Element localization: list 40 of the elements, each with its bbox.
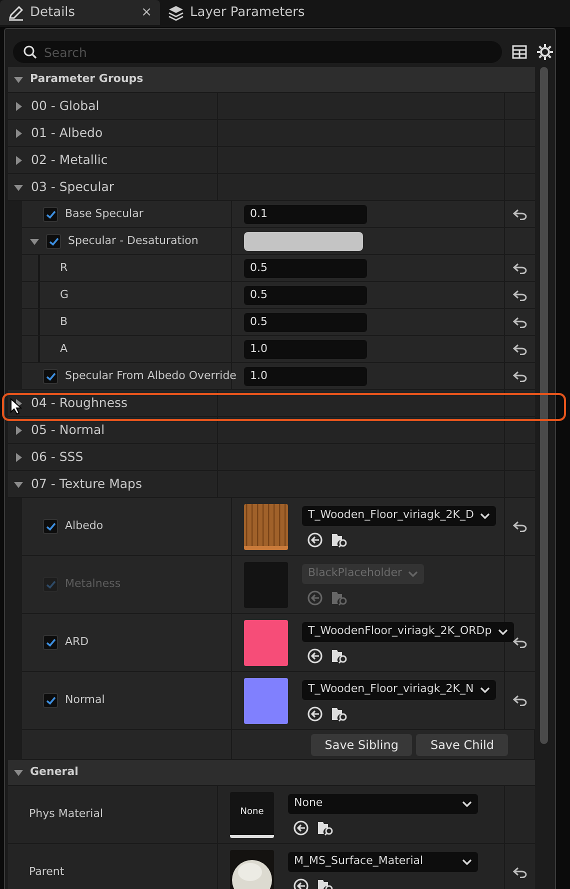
close-icon[interactable]: × bbox=[141, 2, 152, 22]
group-label[interactable]: 03 - Specular bbox=[31, 178, 114, 196]
parameter-label: ARD bbox=[65, 634, 89, 650]
tab[interactable]: Layer Parameters bbox=[160, 0, 313, 25]
save-button[interactable]: Save Child bbox=[416, 734, 508, 756]
tab[interactable]: Details × bbox=[0, 0, 160, 25]
asset-dropdown[interactable]: T_Wooden_Floor_viriagk_2K_N bbox=[302, 680, 496, 700]
group-label[interactable]: 02 - Metallic bbox=[31, 150, 108, 170]
number-field[interactable]: 0.5 bbox=[244, 286, 367, 304]
number-field[interactable]: 0.5 bbox=[244, 258, 367, 278]
group-label[interactable]: 07 - Texture Maps bbox=[31, 474, 142, 494]
search-field[interactable]: Search bbox=[13, 41, 502, 63]
parameter-label: Phys Material bbox=[29, 806, 104, 822]
parameter-label: G bbox=[60, 286, 69, 303]
parameter-label: Normal bbox=[65, 692, 105, 708]
number-field[interactable]: 1.0 bbox=[244, 340, 367, 358]
parameter-label: A bbox=[60, 340, 68, 357]
number-field[interactable]: 0.1 bbox=[244, 204, 367, 224]
parameter-label: Albedo bbox=[65, 518, 104, 534]
save-button[interactable]: Save Sibling bbox=[310, 734, 412, 756]
parameter-label: Base Specular bbox=[65, 206, 144, 222]
group-label[interactable]: 01 - Albedo bbox=[31, 124, 103, 142]
parameter-label: Specular From Albedo Override bbox=[65, 368, 236, 384]
parameter-label: B bbox=[60, 314, 68, 330]
number-field[interactable]: 1.0 bbox=[244, 366, 367, 386]
group-label[interactable]: 06 - SSS bbox=[31, 448, 84, 466]
parameter-label: R bbox=[60, 260, 68, 276]
group-label[interactable]: 04 - Roughness bbox=[31, 394, 128, 412]
parameter-label: Parent bbox=[29, 864, 64, 880]
asset-dropdown[interactable]: T_Wooden_Floor_viriagk_2K_D bbox=[302, 506, 496, 526]
asset-dropdown[interactable]: T_WoodenFloor_viriagk_2K_ORDp bbox=[302, 622, 514, 642]
asset-dropdown[interactable]: None bbox=[288, 794, 478, 814]
group-label[interactable]: 00 - Global bbox=[31, 96, 100, 116]
asset-dropdown[interactable]: M_MS_Surface_Material bbox=[288, 852, 478, 872]
parameter-label: Specular - Desaturation bbox=[68, 232, 198, 249]
thumbnail: None bbox=[230, 792, 274, 838]
number-field[interactable]: 0.5 bbox=[244, 312, 367, 332]
section-header[interactable]: Parameter Groups bbox=[8, 67, 535, 93]
group-label[interactable]: 05 - Normal bbox=[31, 420, 105, 440]
section-header[interactable]: General bbox=[8, 760, 535, 786]
